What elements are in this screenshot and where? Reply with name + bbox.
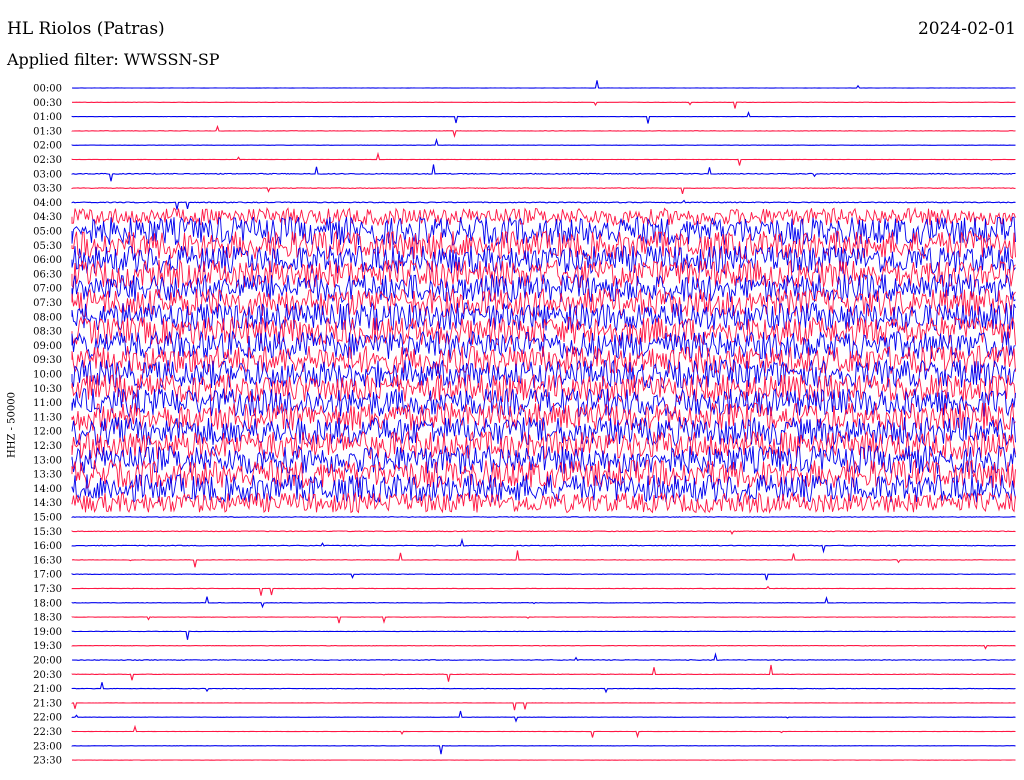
- trace-row-1900: [71, 630, 1016, 640]
- trace-row-2130: [71, 702, 1016, 711]
- time-tick-label: 14:00: [33, 484, 62, 495]
- trace-row-0630: [71, 258, 1016, 290]
- helicorder-plot: 00:00 00:30 01:00 01:30 02:00 02:30 03:00 03:30…: [33, 80, 1016, 767]
- time-tick-label: 21:30: [33, 698, 62, 709]
- trace-row-0230: [71, 151, 1016, 166]
- time-tick-label: 21:00: [33, 684, 62, 695]
- time-tick-label: 12:00: [33, 427, 62, 438]
- trace-row-1730: [71, 585, 1016, 596]
- time-tick-label: 03:00: [33, 169, 62, 180]
- time-tick-label: 20:30: [33, 670, 62, 681]
- time-tick-label: 10:00: [33, 370, 62, 381]
- time-tick-label: 22:00: [33, 713, 62, 724]
- trace-row-2300: [71, 745, 1016, 755]
- time-tick-label: 05:30: [33, 241, 62, 252]
- time-tick-label: 08:30: [33, 327, 62, 338]
- trace-row-2230: [71, 724, 1016, 739]
- trace-row-1800: [71, 596, 1016, 609]
- time-tick-label: 06:00: [33, 255, 62, 266]
- time-tick-label: 19:00: [33, 627, 62, 638]
- time-tick-label: 12:30: [33, 441, 62, 452]
- time-tick-label: 17:30: [33, 584, 62, 595]
- time-tick-label: 02:30: [33, 155, 62, 166]
- time-tick-label: 01:00: [33, 112, 62, 123]
- time-tick-label: 00:30: [33, 98, 62, 109]
- trace-row-0300: [71, 164, 1016, 182]
- time-tick-label: 05:00: [33, 227, 62, 238]
- time-tick-label: 19:30: [33, 641, 62, 652]
- time-tick-label: 20:00: [33, 656, 62, 667]
- time-tick-label: 18:00: [33, 598, 62, 609]
- time-tick-label: 02:00: [33, 141, 62, 152]
- trace-row-1630: [71, 550, 1016, 568]
- time-tick-label: 08:00: [33, 312, 62, 323]
- time-tick-label: 07:30: [33, 298, 62, 309]
- time-tick-label: 04:30: [33, 212, 62, 223]
- trace-row-1600: [71, 537, 1016, 554]
- time-tick-label: 11:00: [33, 398, 62, 409]
- time-tick-label: 23:30: [33, 756, 62, 767]
- trace-row-2100: [71, 682, 1016, 694]
- trace-row-0400: [71, 199, 1016, 210]
- time-tick-label: 23:00: [33, 741, 62, 752]
- time-tick-label: 01:30: [33, 126, 62, 137]
- trace-row-1500: [71, 516, 1016, 518]
- time-tick-label: 22:30: [33, 727, 62, 738]
- trace-row-1830: [71, 616, 1016, 624]
- trace-row-1000: [71, 358, 1016, 390]
- trace-row-0430: [71, 206, 1016, 227]
- time-tick-label: 13:30: [33, 470, 62, 481]
- time-tick-label: 00:00: [33, 84, 62, 95]
- time-tick-label: 13:00: [33, 455, 62, 466]
- trace-row-1200: [71, 416, 1016, 447]
- trace-row-0000: [71, 80, 1016, 89]
- trace-row-0030: [72, 101, 1016, 109]
- time-tick-label: 16:00: [33, 541, 62, 552]
- time-tick-label: 09:00: [33, 341, 62, 352]
- time-tick-label: 10:30: [33, 384, 62, 395]
- time-tick-label: 18:30: [33, 613, 62, 624]
- trace-row-0200: [71, 137, 1016, 146]
- trace-row-0500: [71, 215, 1016, 247]
- trace-row-1700: [71, 573, 1016, 581]
- time-tick-label: 16:30: [33, 555, 62, 566]
- time-tick-label: 15:00: [33, 513, 62, 524]
- trace-row-2030: [71, 664, 1016, 682]
- trace-row-1930: [71, 644, 1016, 650]
- trace-row-2000: [71, 652, 1016, 661]
- time-tick-label: 11:30: [33, 412, 62, 423]
- time-tick-label: 06:30: [33, 269, 62, 280]
- trace-row-1530: [71, 530, 1016, 536]
- trace-row-0100: [71, 110, 1016, 124]
- time-tick-label: 17:00: [33, 570, 62, 581]
- time-tick-label: 09:30: [33, 355, 62, 366]
- time-tick-label: 07:00: [33, 284, 62, 295]
- trace-row-1400: [71, 473, 1016, 504]
- time-tick-label: 03:30: [33, 184, 62, 195]
- time-tick-label: 15:30: [33, 527, 62, 538]
- time-tick-label: 04:00: [33, 198, 62, 209]
- trace-row-2200: [71, 710, 1016, 723]
- time-tick-label: 14:30: [33, 498, 62, 509]
- trace-row-0130: [71, 124, 1016, 138]
- trace-row-0330: [71, 187, 1016, 195]
